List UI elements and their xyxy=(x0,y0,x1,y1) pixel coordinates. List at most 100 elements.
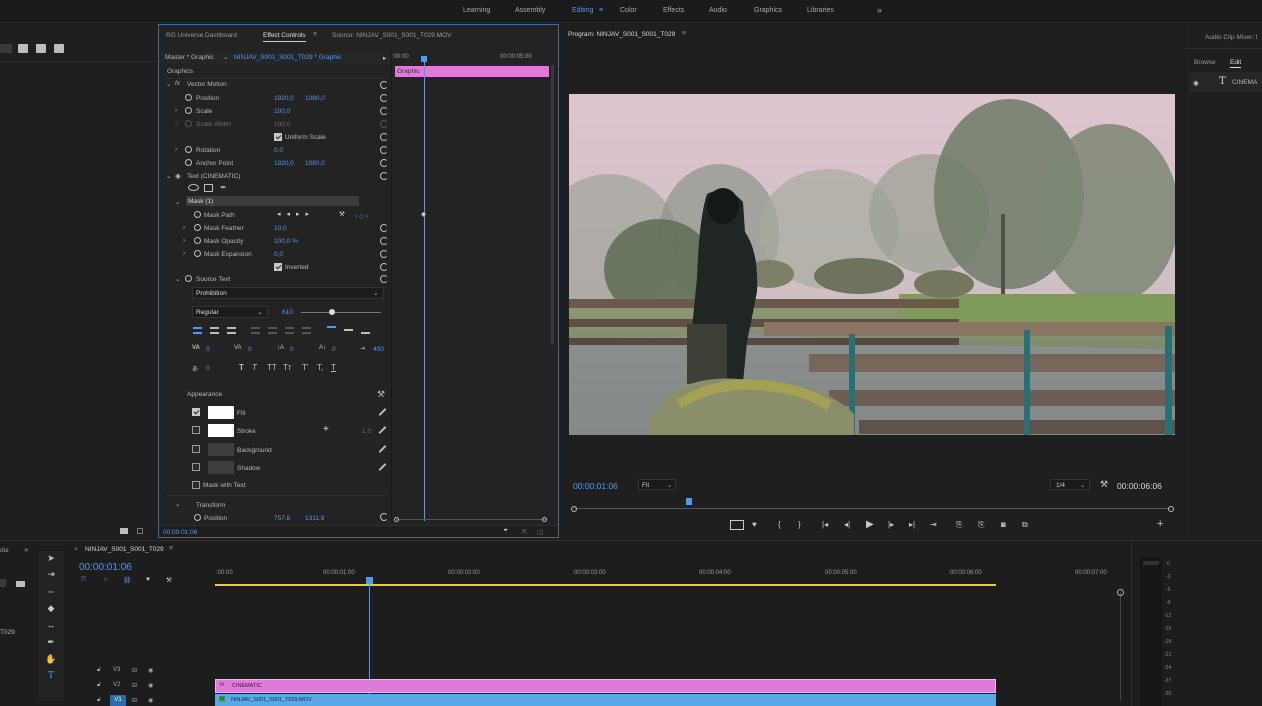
wrench-icon[interactable]: ⚒ xyxy=(166,576,172,584)
folder-icon[interactable] xyxy=(16,581,25,587)
loop-icon[interactable]: ⇥ xyxy=(930,520,937,529)
audio-clip-mixer-tab[interactable]: Audio Clip Mixer: I xyxy=(1205,34,1258,41)
media-browser-tab[interactable]: dia xyxy=(0,547,9,554)
mark-in-icon[interactable]: { xyxy=(778,520,781,529)
reset-icon[interactable] xyxy=(380,107,388,115)
font-style-dropdown[interactable]: Regular ⌄ xyxy=(192,306,268,318)
go-to-in-icon[interactable]: |◂ xyxy=(822,520,828,529)
align-bottom-icon[interactable] xyxy=(361,331,370,334)
tab-width-value[interactable]: 400 xyxy=(373,346,384,353)
workspace-audio[interactable]: Audio xyxy=(709,7,727,14)
chevron-down-icon[interactable]: ⌄ xyxy=(223,53,228,61)
snap-icon[interactable]: ∩ xyxy=(103,576,108,583)
mini-zoom-bar[interactable] xyxy=(396,519,546,520)
faux-bold-icon[interactable]: T xyxy=(239,363,244,372)
step-forward-icon[interactable]: |▸ xyxy=(888,520,894,529)
font-size-slider-handle[interactable] xyxy=(329,309,335,315)
uniform-scale-checkbox[interactable] xyxy=(274,133,282,141)
position-y-value[interactable]: 1080,0 xyxy=(305,95,325,102)
stroke-color-swatch[interactable] xyxy=(208,424,234,437)
fill-checkbox[interactable] xyxy=(192,408,200,416)
background-color-swatch[interactable] xyxy=(208,443,234,456)
small-caps-icon[interactable]: Tт xyxy=(283,363,292,372)
bin-icon[interactable] xyxy=(18,44,28,53)
ellipse-mask-icon[interactable] xyxy=(188,184,199,191)
stopwatch-icon[interactable] xyxy=(185,275,192,282)
reset-icon[interactable] xyxy=(380,133,388,141)
all-caps-icon[interactable]: TT xyxy=(267,363,277,372)
razor-tool-icon[interactable]: ◆ xyxy=(44,603,58,615)
inverted-checkbox[interactable] xyxy=(274,263,282,271)
workspace-effects[interactable]: Effects xyxy=(663,7,684,14)
graphic-clip[interactable]: fx CINEMATIC xyxy=(215,679,996,693)
export-frame-icon[interactable]: ◙ xyxy=(1001,520,1006,529)
workspace-assembly[interactable]: Assembly xyxy=(515,7,545,14)
tracking-value[interactable]: 0 xyxy=(248,346,252,353)
mini-graphic-clip[interactable]: Graphic xyxy=(395,66,549,77)
sync-lock-icon[interactable]: ⊟ xyxy=(132,697,137,704)
search-field[interactable] xyxy=(0,579,6,587)
visibility-eye-icon[interactable]: ◉ xyxy=(148,697,153,704)
workspace-menu-icon[interactable]: ≡ xyxy=(599,7,603,14)
selection-tool-icon[interactable]: ➤ xyxy=(44,553,58,565)
ripple-edit-tool-icon[interactable]: ⇔ xyxy=(44,586,58,598)
anchor-x-value[interactable]: 1920,0 xyxy=(274,160,294,167)
program-menu-icon[interactable]: ≡ xyxy=(682,30,686,37)
wrench-icon[interactable]: ⚒ xyxy=(1100,479,1108,490)
reset-icon[interactable] xyxy=(380,513,388,521)
fill-color-swatch[interactable] xyxy=(208,406,234,419)
stopwatch-icon[interactable] xyxy=(194,224,201,231)
stroke-checkbox[interactable] xyxy=(192,426,200,434)
collapse-chevron-icon[interactable]: ⌄ xyxy=(175,275,180,283)
pen-tool-icon[interactable]: ✒ xyxy=(44,637,58,649)
lock-icon[interactable]: 🔓︎ xyxy=(97,697,101,704)
reset-icon[interactable] xyxy=(380,224,388,232)
add-marker-icon[interactable]: ♥ xyxy=(146,576,150,583)
clear-icon[interactable] xyxy=(137,528,143,534)
folder-icon[interactable] xyxy=(120,528,128,534)
font-family-dropdown[interactable]: Prohibition ⌄ xyxy=(192,287,384,299)
fx-icon[interactable]: fx xyxy=(175,80,180,87)
workspace-editing[interactable]: Editing xyxy=(572,7,593,14)
program-playhead[interactable] xyxy=(686,498,692,505)
go-to-out-icon[interactable]: ▸| xyxy=(909,520,915,529)
reset-icon[interactable] xyxy=(380,263,388,271)
safe-margins-icon[interactable] xyxy=(730,520,744,530)
expand-arrow-icon[interactable]: › xyxy=(175,146,177,153)
expand-arrow-icon[interactable]: › xyxy=(175,120,177,127)
sync-lock-icon[interactable]: ⊟ xyxy=(132,667,137,674)
export-icon[interactable]: ⇱ xyxy=(522,528,527,536)
expand-arrow-icon[interactable]: › xyxy=(183,224,185,231)
faux-italic-icon[interactable]: T xyxy=(252,363,257,372)
visibility-eye-icon[interactable]: ◉ xyxy=(175,172,181,180)
reset-icon[interactable] xyxy=(380,146,388,154)
superscript-icon[interactable]: T' xyxy=(302,363,308,372)
nest-toggle-icon[interactable]: ⤧ xyxy=(81,576,86,584)
mask-with-text-checkbox[interactable] xyxy=(192,481,200,489)
layer-item[interactable]: ◉ T CINEMA xyxy=(1189,72,1262,92)
align-middle-icon[interactable] xyxy=(344,329,353,331)
reset-icon[interactable] xyxy=(380,275,388,283)
keyframe-nav-icon[interactable]: ‹ ◇ › xyxy=(355,212,368,220)
collapse-chevron-icon[interactable]: ⌄ xyxy=(166,172,171,180)
underline-icon[interactable]: T xyxy=(331,363,336,372)
reset-icon[interactable] xyxy=(380,250,388,258)
stopwatch-icon[interactable] xyxy=(185,107,192,114)
program-title[interactable]: Program: NINJAV_S001_S001_T029 xyxy=(568,31,675,38)
tab-edit[interactable]: Edit xyxy=(1230,59,1242,68)
linked-selection-icon[interactable]: ⛓ xyxy=(123,576,131,584)
master-clip-label[interactable]: Master * Graphic xyxy=(165,54,214,61)
sync-lock-icon[interactable]: ⊟ xyxy=(132,682,137,689)
mask-feather-value[interactable]: 10,0 xyxy=(274,225,287,232)
track-name-v1[interactable]: V1 xyxy=(110,695,126,706)
project-field[interactable] xyxy=(0,44,12,53)
extract-icon[interactable]: ⎘ xyxy=(978,520,984,530)
sequence-tab[interactable]: NINJAV_S001_S001_T029 xyxy=(85,546,164,553)
scrub-end-handle[interactable] xyxy=(1168,506,1174,512)
transform-position-x[interactable]: 757,8 xyxy=(274,515,290,522)
lock-icon[interactable]: 🔓︎ xyxy=(97,667,101,674)
tab-source[interactable]: Source: NINJAV_S001_S001_T029.MOV xyxy=(332,32,451,39)
hand-tool-icon[interactable]: ✋ xyxy=(44,654,58,666)
scrub-start-handle[interactable] xyxy=(571,506,577,512)
reset-icon[interactable] xyxy=(380,81,388,89)
